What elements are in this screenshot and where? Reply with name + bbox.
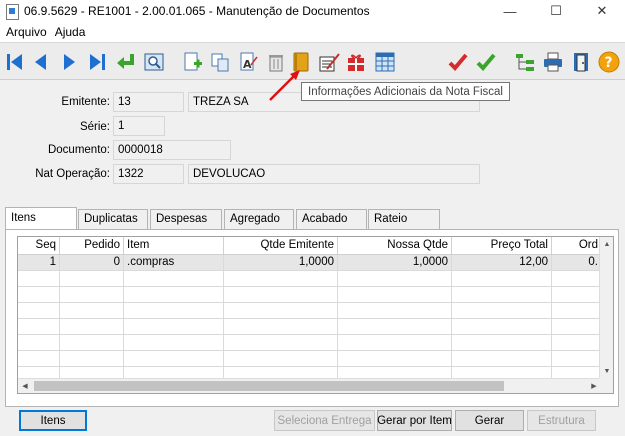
column-header-seq[interactable]: Seq <box>18 237 60 255</box>
edit-text-button[interactable]: A <box>235 49 261 75</box>
nat-operacao-desc-field[interactable]: DEVOLUCAO <box>188 164 480 184</box>
next-record-icon <box>64 54 75 70</box>
search-button[interactable] <box>141 49 167 75</box>
search-record-icon <box>144 53 164 71</box>
menu-ajuda[interactable]: Ajuda <box>51 25 90 39</box>
goto-button[interactable] <box>113 49 139 75</box>
package-button[interactable] <box>343 49 369 75</box>
serie-label: Série: <box>79 121 110 133</box>
cancel-button[interactable] <box>445 49 471 75</box>
new-document-button[interactable] <box>179 49 205 75</box>
window-title: 06.9.5629 - RE1001 - 2.00.01.065 - Manut… <box>24 4 370 18</box>
first-record-button[interactable] <box>2 49 28 75</box>
estrutura-button[interactable]: Estrutura <box>527 410 596 431</box>
scroll-corner <box>599 378 613 393</box>
scroll-up-icon[interactable]: ▲ <box>600 237 613 251</box>
menu-bar: Arquivo Ajuda <box>0 22 625 42</box>
calendar-button[interactable] <box>372 49 398 75</box>
minimize-button[interactable]: — <box>487 0 533 22</box>
tab-agregado[interactable]: Agregado <box>224 209 294 229</box>
structure-button[interactable] <box>512 49 538 75</box>
items-grid[interactable]: Seq Pedido Item Qtde Emitente Nossa Qtde… <box>17 236 614 394</box>
return-arrow-icon <box>117 54 134 69</box>
app-icon <box>4 3 20 20</box>
close-button[interactable]: ✕ <box>579 0 625 22</box>
cell-item: .compras <box>124 255 224 271</box>
edit-fill-icon <box>319 53 340 72</box>
tab-itens[interactable]: Itens <box>5 207 77 229</box>
cell-qtde-emitente: 1,0000 <box>224 255 338 271</box>
svg-text:?: ? <box>605 55 613 71</box>
empty-row <box>18 287 613 303</box>
print-icon <box>544 52 562 72</box>
last-record-button[interactable] <box>84 49 110 75</box>
help-icon: ? <box>598 51 620 73</box>
tab-rateio[interactable]: Rateio <box>368 209 440 229</box>
nat-operacao-code-field[interactable]: 1322 <box>113 164 184 184</box>
tab-acabado[interactable]: Acabado <box>296 209 367 229</box>
tab-despesas[interactable]: Despesas <box>150 209 222 229</box>
scroll-left-icon[interactable]: ◀ <box>18 379 32 393</box>
first-record-icon <box>7 54 22 70</box>
grid-header: Seq Pedido Item Qtde Emitente Nossa Qtde… <box>18 237 613 255</box>
cell-ord: 0. <box>552 255 602 271</box>
copy-icon <box>211 53 229 72</box>
edit-text-icon: A <box>240 52 258 71</box>
gerar-por-item-button[interactable]: Gerar por Item <box>377 410 452 431</box>
empty-row <box>18 319 613 335</box>
tooltip: Informações Adicionais da Nota Fiscal <box>301 82 510 101</box>
itens-button[interactable]: Itens <box>19 410 87 431</box>
empty-row <box>18 335 613 351</box>
cell-pedido: 0 <box>60 255 124 271</box>
column-header-qtde-emitente[interactable]: Qtde Emitente <box>224 237 338 255</box>
calendar-grid-icon <box>375 52 395 72</box>
tab-duplicatas[interactable]: Duplicatas <box>78 209 148 229</box>
gift-package-icon <box>348 54 364 71</box>
empty-row <box>18 351 613 367</box>
emitente-label: Emitente: <box>61 96 110 108</box>
table-row[interactable]: 1 0 .compras 1,0000 1,0000 12,00 0. <box>18 255 613 271</box>
title-bar: 06.9.5629 - RE1001 - 2.00.01.065 - Manut… <box>0 0 625 22</box>
column-header-preco-total[interactable]: Preço Total <box>452 237 552 255</box>
structure-tree-icon <box>516 54 534 71</box>
window-controls: — ☐ ✕ <box>487 0 625 22</box>
copy-button[interactable] <box>207 49 233 75</box>
scroll-down-icon[interactable]: ▼ <box>600 364 613 378</box>
vertical-scrollbar[interactable]: ▲ ▼ <box>599 237 613 378</box>
edit-fill-button[interactable] <box>316 49 342 75</box>
serie-field[interactable]: 1 <box>113 116 165 136</box>
maximize-button[interactable]: ☐ <box>533 0 579 22</box>
scroll-thumb[interactable] <box>34 381 504 391</box>
cell-nossa-qtde: 1,0000 <box>338 255 452 271</box>
emitente-code-field[interactable]: 13 <box>113 92 184 112</box>
gerar-button[interactable]: Gerar <box>455 410 524 431</box>
next-record-button[interactable] <box>56 49 82 75</box>
column-header-ord[interactable]: Ord <box>552 237 602 255</box>
column-header-pedido[interactable]: Pedido <box>60 237 124 255</box>
cancel-check-icon <box>448 53 468 71</box>
column-header-nossa-qtde[interactable]: Nossa Qtde <box>338 237 452 255</box>
print-button[interactable] <box>540 49 566 75</box>
documento-field[interactable]: 0000018 <box>113 140 231 160</box>
help-button[interactable]: ? <box>596 49 622 75</box>
horizontal-scrollbar[interactable]: ◀ ▶ <box>18 378 601 393</box>
exit-door-icon <box>574 53 588 72</box>
menu-arquivo[interactable]: Arquivo <box>2 25 51 39</box>
new-document-icon <box>184 52 202 71</box>
documento-label: Documento: <box>47 144 110 156</box>
last-record-icon <box>90 54 105 70</box>
exit-button[interactable] <box>568 49 594 75</box>
confirm-button[interactable] <box>473 49 499 75</box>
nat-operacao-label: Nat Operação: <box>35 168 110 180</box>
cell-seq: 1 <box>18 255 60 271</box>
seleciona-entrega-button[interactable]: Seleciona Entrega <box>274 410 375 431</box>
cell-preco-total: 12,00 <box>452 255 552 271</box>
empty-row <box>18 303 613 319</box>
previous-record-icon <box>35 54 46 70</box>
column-header-item[interactable]: Item <box>124 237 224 255</box>
grid-body: 1 0 .compras 1,0000 1,0000 12,00 0. <box>18 255 613 379</box>
empty-row <box>18 271 613 287</box>
confirm-check-icon <box>476 53 496 71</box>
previous-record-button[interactable] <box>28 49 54 75</box>
